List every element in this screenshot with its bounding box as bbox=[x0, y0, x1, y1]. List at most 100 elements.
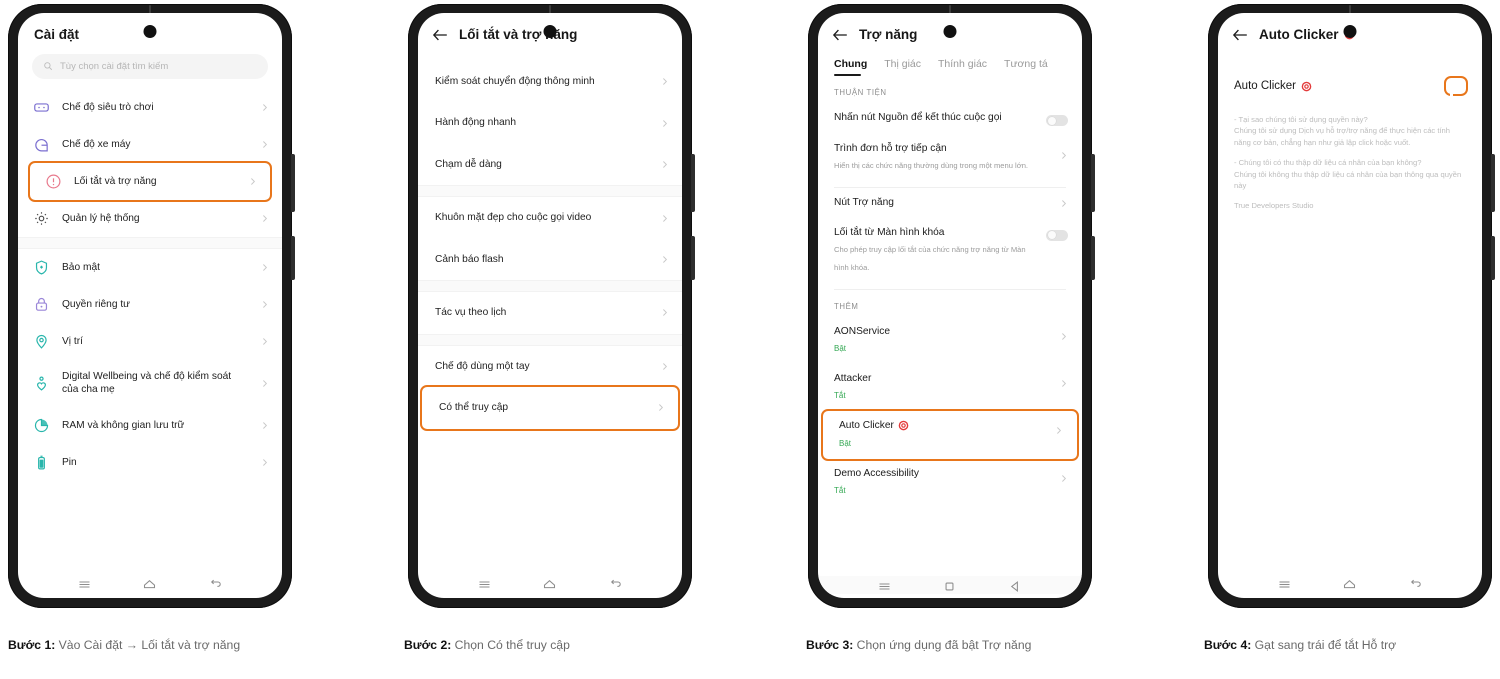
android-navbar bbox=[818, 576, 1082, 594]
service-item-demo-accessibility[interactable]: Demo Accessibility Tắt bbox=[818, 459, 1082, 506]
service-item-aonservice[interactable]: AONService Bật bbox=[818, 317, 1082, 364]
power-button[interactable] bbox=[691, 236, 695, 280]
list-item-one-hand-mode[interactable]: Chế độ dùng một tay bbox=[418, 346, 682, 387]
chevron-right-icon bbox=[1059, 151, 1068, 160]
sidebar-item-label: Bảo mật bbox=[62, 261, 100, 273]
search-input[interactable]: Tùy chọn cài đặt tìm kiếm bbox=[32, 54, 268, 79]
sidebar-item-digital-wellbeing[interactable]: Digital Wellbeing và chế độ kiểm soát củ… bbox=[18, 360, 282, 407]
setting-text: Nút Trợ năng bbox=[834, 196, 1051, 209]
list-item-scheduled-tasks[interactable]: Tác vụ theo lịch bbox=[418, 292, 682, 333]
sidebar-item-ride-mode[interactable]: Chế độ xe máy bbox=[18, 126, 282, 163]
back-icon[interactable] bbox=[208, 577, 223, 592]
setting-title: Lối tắt từ Màn hình khóa bbox=[834, 226, 945, 238]
volume-button[interactable] bbox=[291, 154, 295, 212]
power-button[interactable] bbox=[1491, 236, 1495, 280]
caption-step-2: Bước 2: Chọn Có thể truy cập bbox=[404, 638, 570, 652]
menu-icon[interactable] bbox=[1277, 577, 1292, 592]
volume-button[interactable] bbox=[1091, 154, 1095, 212]
list-item-easy-touch[interactable]: Chạm dễ dàng bbox=[418, 144, 682, 185]
chevron-right-icon bbox=[660, 255, 669, 264]
list-group-divider bbox=[418, 185, 682, 198]
list-item-label: Tác vụ theo lịch bbox=[435, 307, 507, 319]
camera-punch-hole bbox=[1343, 25, 1357, 38]
storage-pie-icon bbox=[33, 417, 50, 434]
chevron-right-icon bbox=[660, 77, 669, 86]
toggle-lockscreen-shortcut[interactable] bbox=[1046, 229, 1068, 241]
setting-power-button-end-call[interactable]: Nhấn nút Nguồn để kết thúc cuộc gọi bbox=[818, 103, 1082, 134]
sidebar-item-battery[interactable]: Pin bbox=[18, 444, 282, 481]
triangle-back-icon[interactable] bbox=[1008, 579, 1023, 594]
back-arrow-icon[interactable] bbox=[1232, 28, 1249, 42]
tab-thi-giac[interactable]: Thị giác bbox=[884, 58, 921, 76]
home-icon[interactable] bbox=[142, 577, 157, 592]
android-navbar bbox=[18, 577, 282, 592]
setting-title: Nhấn nút Nguồn để kết thúc cuộc gọi bbox=[834, 112, 1002, 123]
game-controller-icon bbox=[33, 99, 50, 116]
sidebar-item-privacy[interactable]: Quyền riêng tư bbox=[18, 286, 282, 323]
back-icon[interactable] bbox=[1408, 577, 1423, 592]
toggle-power-end-call[interactable] bbox=[1046, 115, 1068, 126]
chevron-right-icon bbox=[660, 214, 669, 223]
list-item-flash-alert[interactable]: Cảnh báo flash bbox=[418, 239, 682, 280]
phone-3-accessibility: Trợ năng Chung Thị giác Thính giác Tương… bbox=[808, 4, 1095, 608]
menu-icon[interactable] bbox=[77, 577, 92, 592]
sidebar-item-security[interactable]: Bảo mật bbox=[18, 249, 282, 286]
sidebar-item-label: Quyền riêng tư bbox=[62, 298, 130, 310]
power-button[interactable] bbox=[1091, 236, 1095, 280]
screen-auto-clicker: Auto Clicker Auto Clicker - Tại sao chún… bbox=[1218, 13, 1482, 598]
tab-thinh-giac[interactable]: Thính giác bbox=[938, 58, 987, 76]
service-status: Tắt bbox=[834, 391, 846, 401]
chevron-right-icon bbox=[1059, 379, 1068, 388]
list-item-quick-actions[interactable]: Hành động nhanh bbox=[418, 102, 682, 143]
menu-icon[interactable] bbox=[877, 579, 892, 594]
setting-title: Trình đơn hỗ trợ tiếp cận bbox=[834, 143, 947, 154]
explanation-paragraph-1: - Tại sao chúng tôi sử dụng quyền này? Ch… bbox=[1234, 115, 1450, 147]
menu-icon[interactable] bbox=[477, 577, 492, 592]
back-icon[interactable] bbox=[608, 577, 623, 592]
android-navbar bbox=[1218, 577, 1482, 592]
setting-text: Nhấn nút Nguồn để kết thúc cuộc gọi bbox=[834, 111, 1038, 124]
setting-accessibility-menu[interactable]: Trình đơn hỗ trợ tiếp cận Hiển thị các c… bbox=[818, 134, 1082, 181]
sidebar-item-ram-storage[interactable]: RAM và không gian lưu trữ bbox=[18, 407, 282, 444]
section-header-convenience: THUẬN TIỆN bbox=[834, 88, 887, 97]
back-arrow-icon[interactable] bbox=[832, 28, 849, 42]
sidebar-item-label: Lối tắt và trợ năng bbox=[74, 175, 157, 187]
list-item-beauty-video-call[interactable]: Khuôn mặt đẹp cho cuộc gọi video bbox=[418, 197, 682, 238]
volume-button[interactable] bbox=[691, 154, 695, 212]
location-pin-icon bbox=[33, 333, 50, 350]
service-text: Demo Accessibility Tắt bbox=[834, 467, 1051, 498]
list-item-label: Cảnh báo flash bbox=[435, 253, 504, 265]
shortcuts-title: Lối tắt và trợ năng bbox=[459, 27, 578, 42]
power-button[interactable] bbox=[291, 236, 295, 280]
sidebar-item-system-management[interactable]: Quản lý hệ thống bbox=[18, 200, 282, 237]
chevron-right-icon bbox=[1059, 332, 1068, 341]
accessibility-icon bbox=[45, 173, 62, 190]
sidebar-item-game-mode[interactable]: Chế độ siêu trò chơi bbox=[18, 89, 282, 126]
service-name: Auto Clicker bbox=[1234, 80, 1296, 92]
sidebar-item-shortcuts-accessibility[interactable]: Lối tắt và trợ năng bbox=[28, 161, 272, 202]
chevron-right-icon bbox=[660, 308, 669, 317]
tab-chung[interactable]: Chung bbox=[834, 58, 867, 76]
tab-tuong-tac[interactable]: Tương tá bbox=[1004, 58, 1048, 76]
service-enable-toggle[interactable] bbox=[1444, 76, 1468, 96]
service-title: Auto Clicker bbox=[839, 420, 894, 432]
home-icon[interactable] bbox=[1342, 577, 1357, 592]
setting-accessibility-button[interactable]: Nút Trợ năng bbox=[818, 188, 1082, 217]
setting-lockscreen-shortcut[interactable]: Lối tắt từ Màn hình khóa Cho phép truy c… bbox=[818, 218, 1082, 283]
chevron-right-icon bbox=[660, 160, 669, 169]
service-item-auto-clicker[interactable]: Auto Clicker Bật bbox=[821, 409, 1079, 461]
sidebar-item-location[interactable]: Vị trí bbox=[18, 323, 282, 360]
volume-button[interactable] bbox=[1491, 154, 1495, 212]
chevron-right-icon bbox=[260, 379, 269, 388]
list-item-smart-motion[interactable]: Kiểm soát chuyển động thông minh bbox=[418, 61, 682, 102]
square-home-icon[interactable] bbox=[942, 579, 957, 594]
chevron-right-icon bbox=[1059, 474, 1068, 483]
chevron-right-icon bbox=[1059, 199, 1068, 208]
back-arrow-icon[interactable] bbox=[432, 28, 449, 42]
service-item-attacker[interactable]: Attacker Tắt bbox=[818, 364, 1082, 411]
home-icon[interactable] bbox=[542, 577, 557, 592]
phone-2-shortcuts: Lối tắt và trợ năng Kiểm soát chuyển độn… bbox=[408, 4, 695, 608]
chevron-right-icon bbox=[248, 177, 257, 186]
list-item-accessibility[interactable]: Có thể truy cập bbox=[420, 385, 680, 431]
screen-settings: Cài đặt Tùy chọn cài đặt tìm kiếm Chế độ… bbox=[18, 13, 282, 598]
